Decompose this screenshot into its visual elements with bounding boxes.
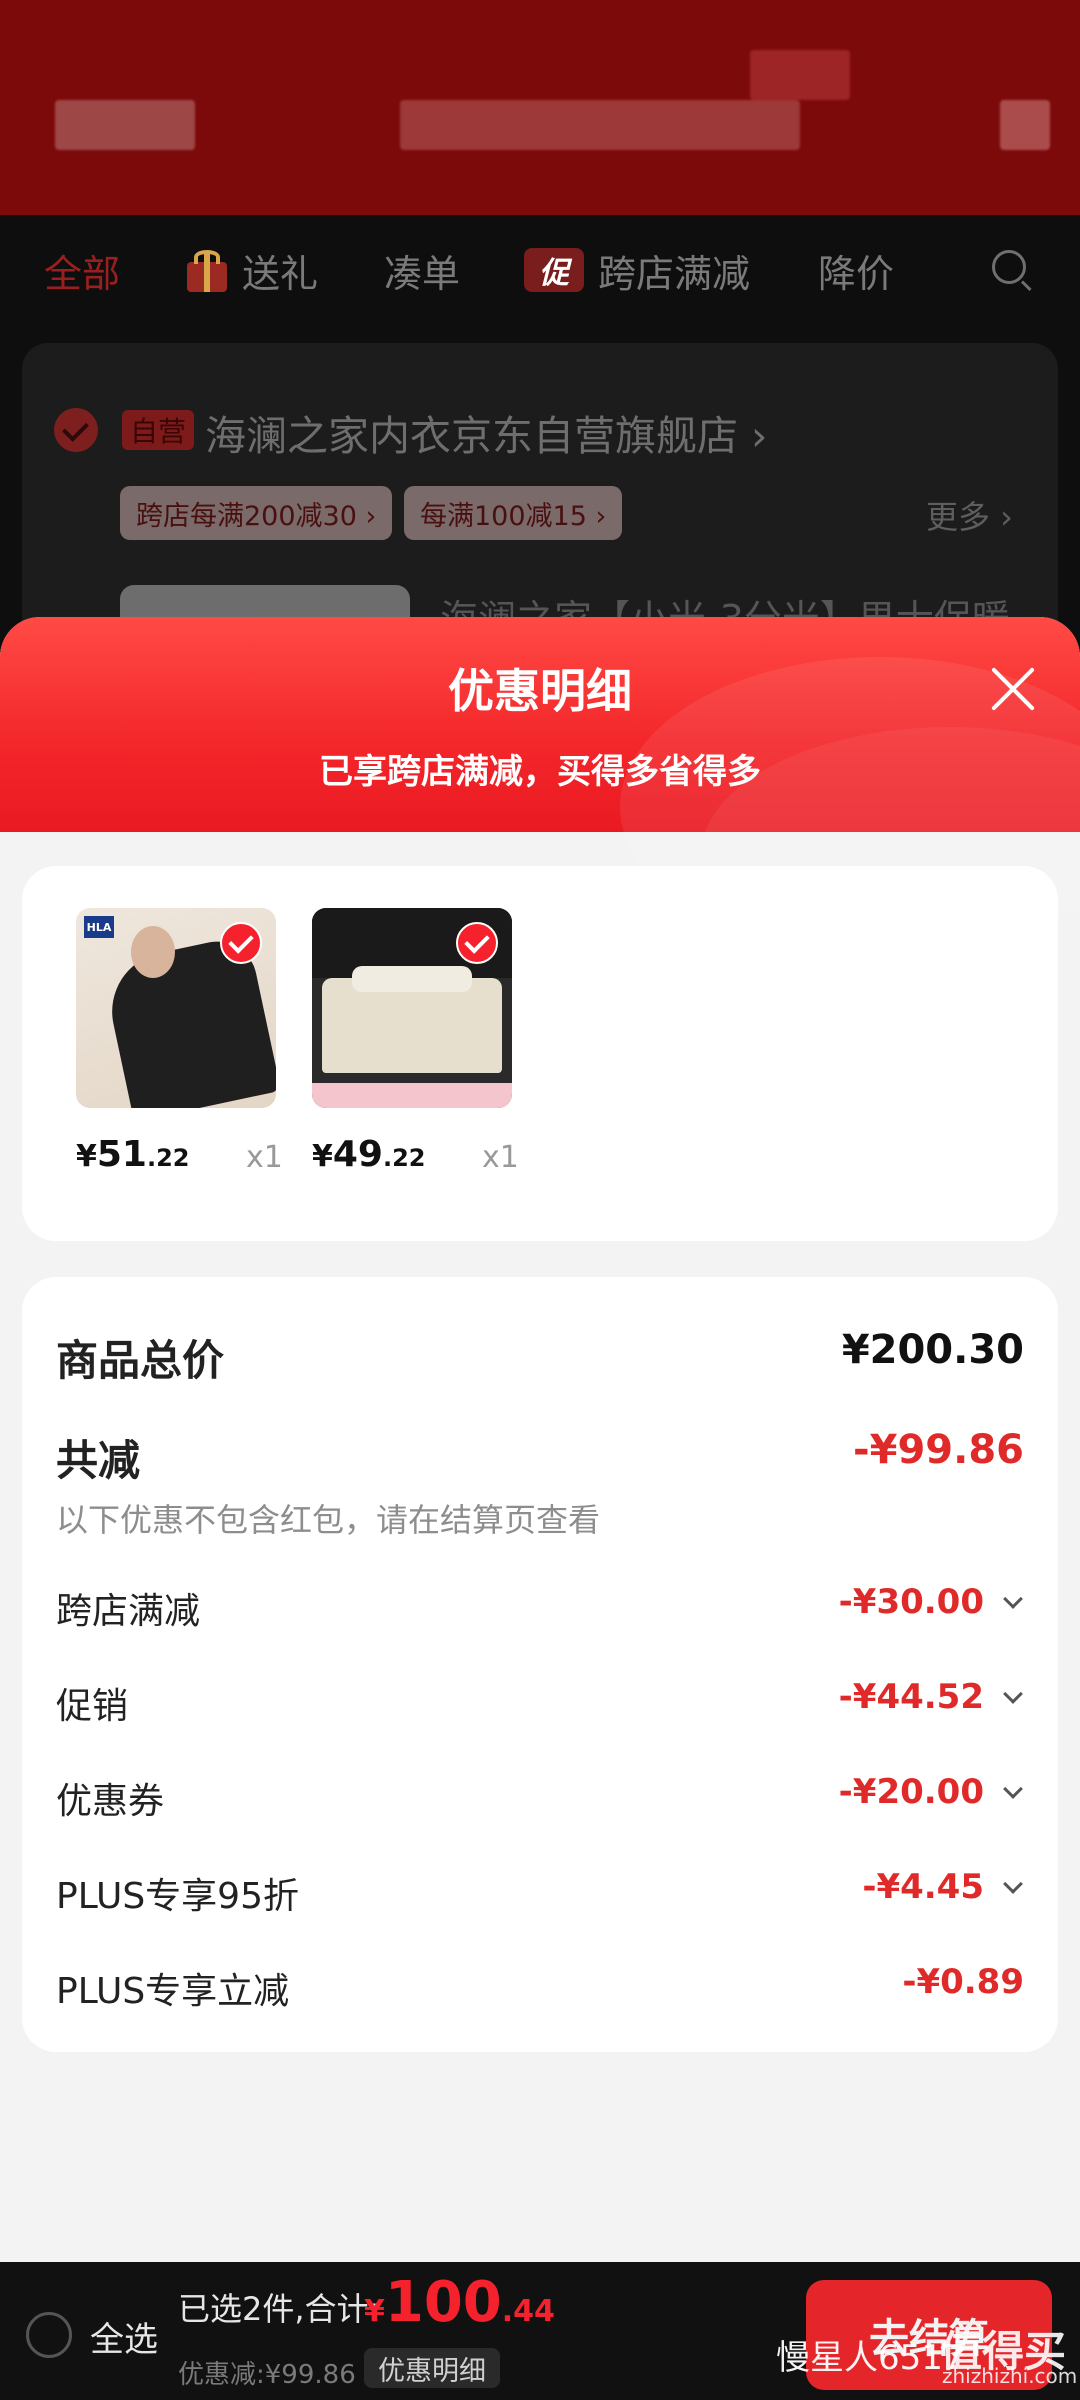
check-icon[interactable] <box>456 922 498 964</box>
check-icon[interactable] <box>220 922 262 964</box>
top-header <box>0 0 1080 215</box>
sheet-title: 优惠明细 <box>448 664 632 718</box>
blurred-content <box>750 50 850 100</box>
tab-label: 跨店满减 <box>598 251 751 296</box>
discount-summary: 优惠减:¥99.86 <box>178 2360 356 2390</box>
row-value: -¥30.00 <box>838 1582 984 1622</box>
discount-detail-button[interactable]: 优惠明细 <box>364 2348 500 2388</box>
item-quantity: x1 <box>246 1140 283 1175</box>
tab-cross-store-discount[interactable]: 促 跨店满减 <box>524 215 750 325</box>
gift-icon <box>184 248 230 292</box>
row-value: ¥200.30 <box>841 1327 1024 1373</box>
row-label: PLUS专享立减 <box>56 1971 290 2012</box>
watermark-url: zhizhizhi.com <box>942 2364 1078 2388</box>
chevron-down-icon[interactable] <box>1003 1589 1023 1609</box>
tab-label: 降价 <box>818 251 895 296</box>
row-label: 优惠券 <box>56 1781 165 1822</box>
row-label: 共减 <box>56 1436 141 1485</box>
coupon-tag[interactable]: 跨店每满200减30 › <box>120 486 393 540</box>
tab-label: 全部 <box>44 251 121 296</box>
brand-logo: HLA <box>84 916 114 938</box>
blurred-content <box>400 100 800 150</box>
row-value: -¥20.00 <box>838 1772 984 1812</box>
blurred-content <box>55 100 195 150</box>
more-link[interactable]: 更多 › <box>926 492 1013 538</box>
bedding-figure <box>322 978 502 1073</box>
tab-label: 送礼 <box>242 251 319 296</box>
discount-note: 以下优惠不包含红包，请在结算页查看 <box>56 1501 601 1539</box>
select-all-radio[interactable] <box>26 2312 72 2358</box>
price-summary-card: 商品总价 ¥200.30 共减 -¥99.86 以下优惠不包含红包，请在结算页查… <box>22 1277 1058 2052</box>
self-operated-badge: 自营 <box>122 410 194 450</box>
discount-detail-sheet: 优惠明细 已享跨店满减，买得多省得多 HLA ¥51.22 x1 ¥49.22 <box>0 617 1080 2400</box>
total-price: ¥100.44 <box>364 2270 555 2335</box>
blurred-content <box>1000 100 1050 150</box>
chevron-down-icon[interactable] <box>1003 1874 1023 1894</box>
close-icon[interactable] <box>988 664 1038 714</box>
tab-price-drop[interactable]: 降价 <box>818 215 894 325</box>
row-label: 促销 <box>56 1686 129 1727</box>
row-label: PLUS专享95折 <box>56 1876 299 1917</box>
filter-tabs: 全部 送礼 凑单 促 跨店满减 降价 <box>0 215 1080 325</box>
row-value: -¥44.52 <box>838 1677 984 1717</box>
promo-band <box>312 1083 512 1108</box>
selected-summary: 已选2件,合计: <box>178 2290 380 2328</box>
coupon-tag[interactable]: 每满100减15 › <box>404 486 623 540</box>
chevron-down-icon[interactable] <box>1003 1684 1023 1704</box>
pillow-figure <box>352 966 472 992</box>
promo-icon: 促 <box>524 248 584 292</box>
row-value: -¥4.45 <box>862 1867 984 1907</box>
tab-label: 凑单 <box>384 251 461 296</box>
watermark-username: 慢星人6517 <box>776 2338 965 2378</box>
sheet-subtitle: 已享跨店满减，买得多省得多 <box>319 752 761 792</box>
selected-item[interactable]: ¥49.22 x1 <box>312 908 519 1175</box>
model-head <box>131 926 175 978</box>
sheet-header: 优惠明细 已享跨店满减，买得多省得多 <box>0 617 1080 987</box>
store-name[interactable]: 海澜之家内衣京东自营旗舰店 › <box>205 402 767 462</box>
row-label: 商品总价 <box>56 1336 225 1385</box>
product-image <box>312 908 512 1108</box>
row-value: -¥0.89 <box>902 1962 1024 2002</box>
tab-gift[interactable]: 送礼 <box>184 215 318 325</box>
tab-bundle[interactable]: 凑单 <box>384 215 460 325</box>
item-price: ¥51.22 <box>76 1134 190 1175</box>
store-checkbox[interactable] <box>54 408 98 452</box>
selected-items-card: HLA ¥51.22 x1 ¥49.22 x1 <box>22 866 1058 1241</box>
item-quantity: x1 <box>482 1140 519 1175</box>
tab-all[interactable]: 全部 <box>44 215 120 325</box>
search-icon[interactable] <box>990 248 1034 292</box>
selected-item[interactable]: HLA ¥51.22 x1 <box>76 908 283 1175</box>
chevron-down-icon[interactable] <box>1003 1779 1023 1799</box>
product-image: HLA <box>76 908 276 1108</box>
item-price: ¥49.22 <box>312 1134 426 1175</box>
select-all-label[interactable]: 全选 <box>90 2312 158 2361</box>
row-label: 跨店满减 <box>56 1591 201 1632</box>
row-value: -¥99.86 <box>853 1427 1024 1473</box>
